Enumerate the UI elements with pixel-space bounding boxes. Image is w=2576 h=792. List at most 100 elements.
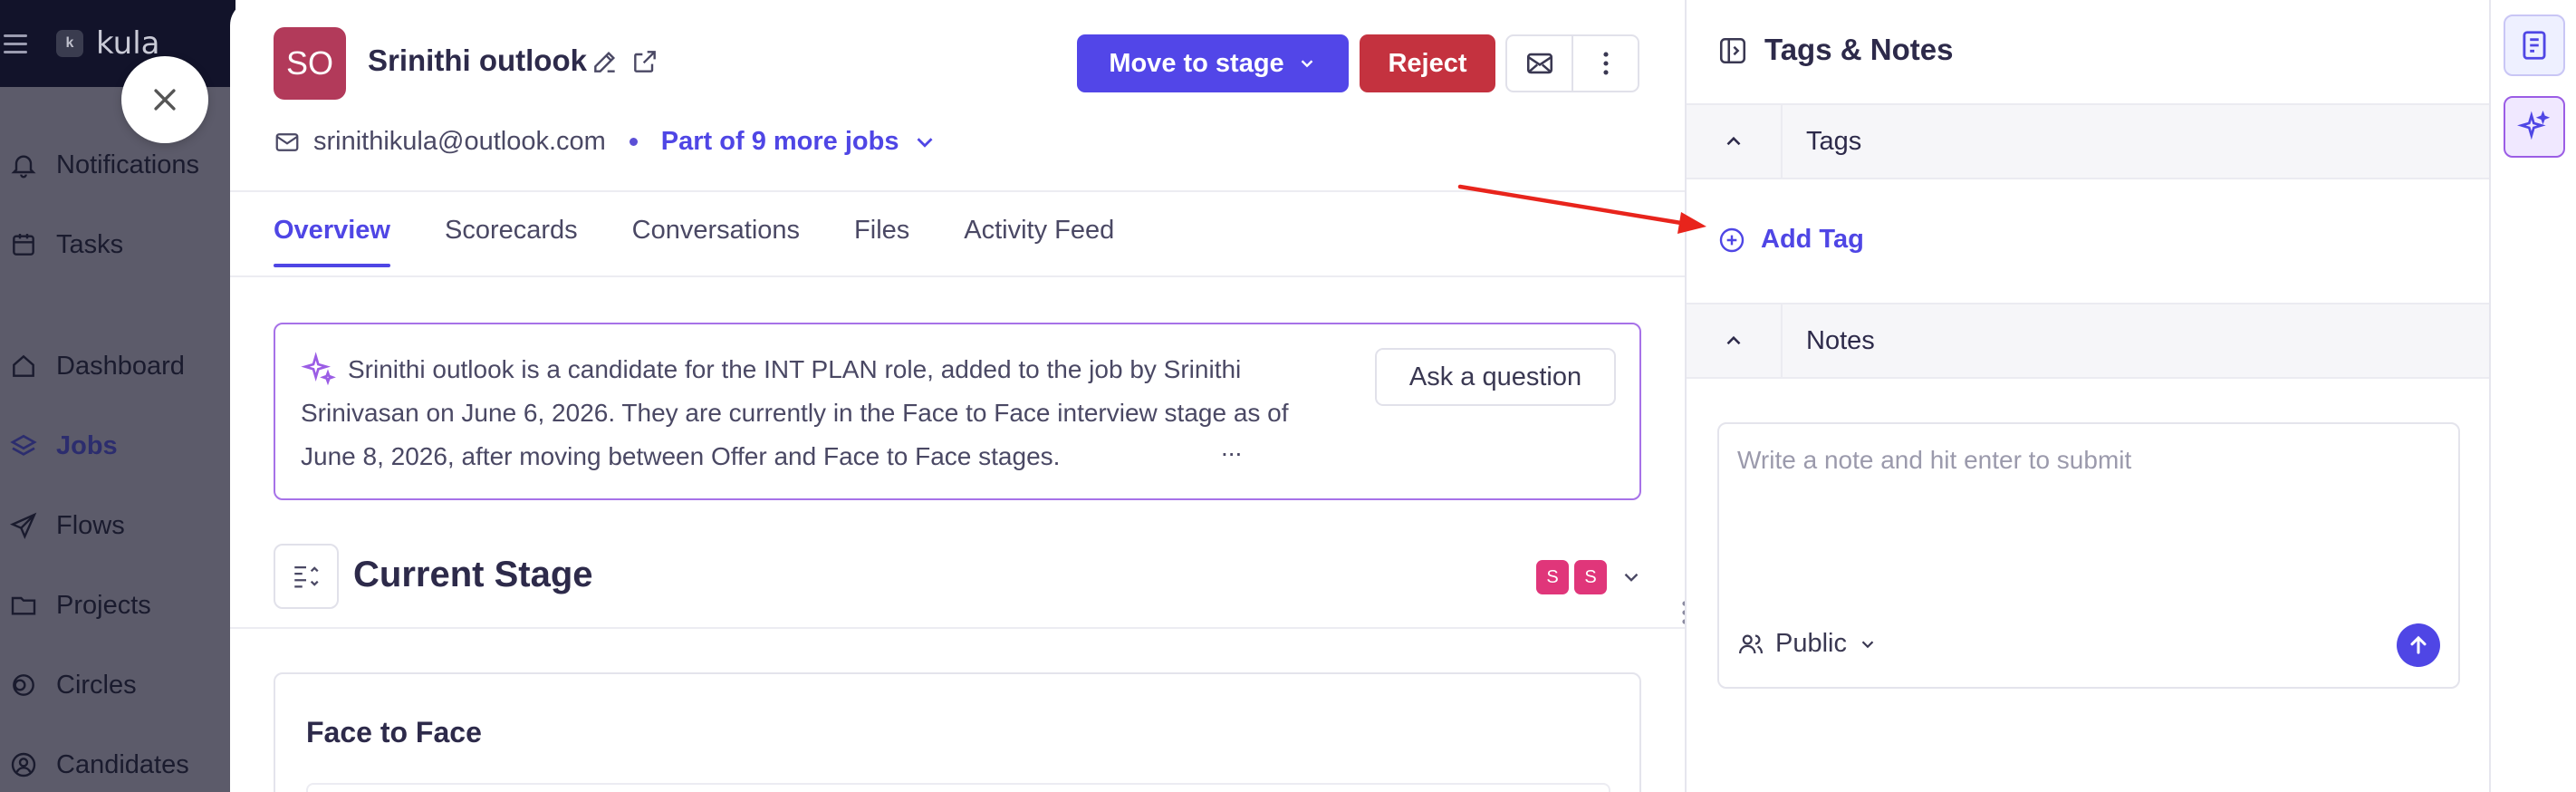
nav-item-projects[interactable]: Projects: [0, 583, 151, 628]
panel-title: Tags & Notes: [1764, 33, 1954, 66]
bell-icon: [5, 147, 42, 183]
nav-label: Notifications: [56, 150, 199, 179]
nav-label: Tasks: [56, 229, 124, 259]
more-options-button[interactable]: [1572, 36, 1638, 91]
stage-name: Face to Face: [306, 716, 482, 749]
home-icon: [5, 348, 42, 384]
envelope-icon: [1526, 53, 1552, 74]
list-collapse-icon: [294, 565, 319, 588]
panel-collapse-icon[interactable]: [1717, 34, 1748, 67]
nav-label: Jobs: [56, 430, 118, 460]
tags-notes-panel: Tags & Notes Tags Add Tag Notes Write a …: [1685, 0, 2489, 792]
tab-scorecards[interactable]: Scorecards: [445, 216, 578, 267]
user-circle-icon: [5, 747, 42, 783]
nav-label: Dashboard: [56, 351, 185, 381]
nav-item-notifications[interactable]: Notifications: [0, 142, 199, 188]
right-rail: [2489, 0, 2576, 792]
separator-dot: [629, 138, 638, 146]
mail-icon: [275, 132, 299, 151]
note-input-placeholder[interactable]: Write a note and hit enter to submit: [1737, 446, 2131, 475]
reject-button[interactable]: Reject: [1360, 34, 1495, 92]
tab-conversations[interactable]: Conversations: [632, 216, 800, 267]
nav-item-circles[interactable]: Circles: [0, 662, 137, 708]
candidate-tabs: Overview Scorecards Conversations Files …: [274, 216, 1114, 267]
header-action-group: [1505, 34, 1639, 92]
hamburger-menu-icon[interactable]: [4, 34, 27, 54]
calendar-icon: [5, 227, 42, 263]
plus-circle-icon: [1719, 227, 1745, 252]
ai-summary-card: Srinithi outlook is a candidate for the …: [274, 323, 1641, 500]
external-link-icon[interactable]: [630, 47, 659, 76]
tab-activity-feed[interactable]: Activity Feed: [964, 216, 1114, 267]
sparkle-icon: [2517, 111, 2551, 140]
nav-label: Circles: [56, 670, 137, 700]
current-stage-title: Current Stage: [353, 555, 593, 594]
candidate-drawer: SO Srinithi outlook srinithikula@outlook…: [230, 0, 1685, 792]
expand-summary-button[interactable]: ...: [1221, 433, 1242, 462]
send-icon: [5, 507, 42, 544]
email-button[interactable]: [1507, 36, 1572, 91]
brand-name: kula: [96, 25, 160, 62]
tags-section-label: Tags: [1806, 127, 1862, 156]
layers-icon: [5, 428, 42, 464]
close-icon: [154, 89, 176, 111]
assignee-avatar: S: [1574, 560, 1607, 594]
edit-icon[interactable]: [591, 47, 620, 76]
move-to-stage-label: Move to stage: [1109, 48, 1284, 78]
visibility-label: Public: [1775, 629, 1847, 658]
collapse-notes-button[interactable]: [1687, 304, 1783, 377]
nav-item-flows[interactable]: Flows: [0, 503, 125, 548]
arrow-up-icon: [2410, 635, 2427, 654]
stage-card-content: [306, 783, 1610, 792]
note-composer[interactable]: Write a note and hit enter to submit Pub…: [1717, 422, 2460, 689]
chevron-up-icon: [1726, 136, 1741, 146]
stage-assignees[interactable]: S S: [1536, 560, 1643, 594]
tags-section-header[interactable]: Tags: [1687, 103, 2489, 179]
more-jobs-link[interactable]: Part of 9 more jobs: [661, 127, 899, 157]
ask-question-button[interactable]: Ask a question: [1375, 348, 1616, 406]
nav-item-candidates[interactable]: Candidates: [0, 742, 189, 787]
stage-card: Face to Face: [274, 672, 1641, 792]
notes-panel-button[interactable]: [2504, 14, 2565, 76]
divider: [230, 627, 1685, 629]
chevron-down-icon: [1301, 60, 1313, 68]
nav-item-tasks[interactable]: Tasks: [0, 222, 123, 267]
close-drawer-button[interactable]: [121, 56, 208, 143]
candidate-name: Srinithi outlook: [368, 43, 587, 77]
candidate-email[interactable]: srinithikula@outlook.com: [313, 127, 606, 157]
submit-note-button[interactable]: [2397, 623, 2440, 667]
candidate-avatar: SO: [274, 27, 346, 100]
brand-logo[interactable]: k kula: [56, 25, 159, 62]
circles-icon: [5, 667, 42, 703]
notes-icon: [2523, 31, 2546, 60]
collapse-tags-button[interactable]: [1687, 105, 1783, 178]
notes-section-header[interactable]: Notes: [1687, 303, 2489, 379]
add-tag-label: Add Tag: [1761, 225, 1864, 254]
divider: [230, 275, 1685, 277]
nav-label: Projects: [56, 590, 151, 620]
tab-files[interactable]: Files: [854, 216, 909, 267]
divider: [230, 190, 1685, 192]
chevron-down-icon: [1861, 640, 1874, 648]
nav-item-jobs[interactable]: Jobs: [0, 423, 118, 468]
tab-overview[interactable]: Overview: [274, 216, 390, 267]
kula-logo-icon: k: [56, 30, 83, 57]
ai-summary-text: Srinithi outlook is a candidate for the …: [301, 355, 1289, 470]
chevron-down-icon[interactable]: [1620, 565, 1643, 589]
visibility-dropdown[interactable]: Public: [1737, 629, 1878, 659]
stage-toggle-button[interactable]: [274, 544, 339, 609]
ai-assistant-button[interactable]: [2504, 96, 2565, 158]
users-icon: [1739, 634, 1764, 653]
assignee-avatar: S: [1536, 560, 1569, 594]
move-to-stage-button[interactable]: Move to stage: [1077, 34, 1349, 92]
notes-section-label: Notes: [1806, 326, 1875, 355]
nav-item-dashboard[interactable]: Dashboard: [0, 343, 185, 389]
nav-label: Flows: [56, 510, 125, 540]
more-vertical-icon: [1602, 52, 1609, 75]
chevron-down-icon[interactable]: [911, 129, 938, 156]
chevron-up-icon: [1726, 335, 1741, 345]
nav-label: Candidates: [56, 749, 189, 779]
candidate-contact-row: srinithikula@outlook.com Part of 9 more …: [274, 127, 938, 157]
folder-icon: [5, 587, 42, 623]
add-tag-button[interactable]: Add Tag: [1717, 225, 1864, 255]
